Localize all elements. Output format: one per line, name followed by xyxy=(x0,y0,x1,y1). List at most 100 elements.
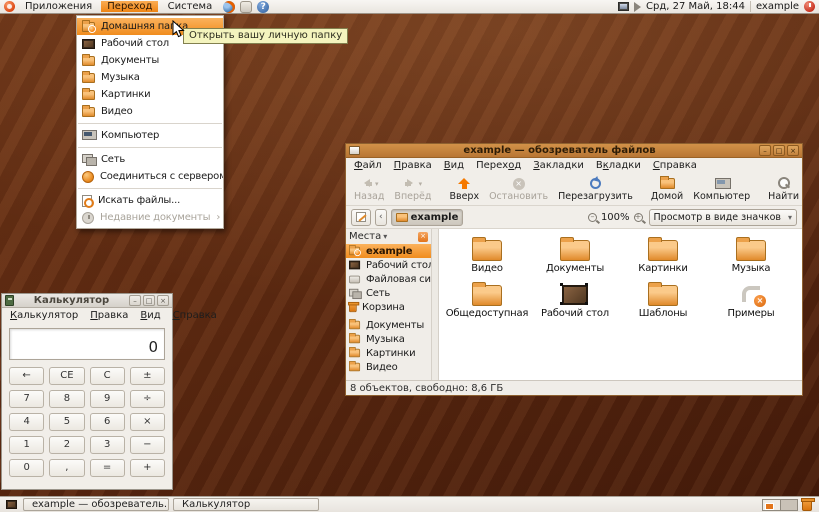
toolbar-button[interactable]: Домой xyxy=(647,174,687,204)
edit-location-button[interactable] xyxy=(351,209,371,226)
sidebar-item[interactable]: Рабочий стол xyxy=(346,258,431,272)
fm-menu-item[interactable]: Вид xyxy=(438,158,470,173)
fm-menu-item[interactable]: Справка xyxy=(647,158,703,173)
fm-titlebar[interactable]: example — обозреватель файлов – □ × xyxy=(346,144,802,158)
fm-file-pane[interactable]: Видео Документы Картинки Музыка xyxy=(439,229,802,380)
file-icon-item[interactable]: Примеры xyxy=(707,279,795,324)
file-icon-item[interactable]: Документы xyxy=(531,234,619,279)
calc-menu-item[interactable]: Справка xyxy=(167,308,223,323)
zoom-level[interactable]: 100% xyxy=(601,212,630,223)
toolbar-button[interactable]: Найти xyxy=(764,174,803,204)
toolbar-button[interactable]: Перезагрузить xyxy=(554,174,637,204)
sidebar-item[interactable]: Документы xyxy=(346,318,431,332)
calc-menu-item[interactable]: Калькулятор xyxy=(4,308,84,323)
places-menu-item[interactable]: Компьютер xyxy=(77,127,223,144)
calculator-button[interactable]: CE xyxy=(49,367,84,385)
calculator-button[interactable]: 6 xyxy=(90,413,125,431)
file-icon-item[interactable]: Рабочий стол xyxy=(531,279,619,324)
calculator-button[interactable]: ÷ xyxy=(130,390,165,408)
close-button[interactable]: × xyxy=(157,295,169,306)
sidebar-item[interactable]: Файловая сист... xyxy=(346,272,431,286)
sidebar-item[interactable]: Видео xyxy=(346,360,431,374)
calculator-button[interactable]: = xyxy=(90,459,125,477)
places-menu-item[interactable]: Сеть xyxy=(77,151,223,168)
places-menu-item[interactable]: Музыка xyxy=(77,69,223,86)
minimize-button[interactable]: – xyxy=(129,295,141,306)
fm-menu-item[interactable]: Вкладки xyxy=(590,158,647,173)
calculator-button[interactable]: − xyxy=(130,436,165,454)
help-launcher-icon[interactable]: ? xyxy=(257,1,269,13)
zoom-out-icon[interactable] xyxy=(588,213,597,222)
calculator-button[interactable]: × xyxy=(130,413,165,431)
file-icon-item[interactable]: Общедоступная xyxy=(443,279,531,324)
toolbar-button[interactable]: Вверх xyxy=(445,174,483,204)
user-menu[interactable]: example xyxy=(756,1,799,12)
panel-menu-item[interactable]: Переход xyxy=(101,1,158,12)
show-desktop-button[interactable] xyxy=(3,498,19,511)
places-menu-item[interactable]: Искать файлы... xyxy=(77,192,223,209)
firefox-launcher-icon[interactable] xyxy=(223,1,235,13)
sidebar-close-icon[interactable] xyxy=(418,232,428,242)
calculator-button[interactable]: ± xyxy=(130,367,165,385)
calculator-button[interactable]: , xyxy=(49,459,84,477)
workspace-1[interactable] xyxy=(763,500,780,510)
volume-tray-icon[interactable] xyxy=(634,2,641,12)
sidebar-header[interactable]: Места xyxy=(346,229,431,244)
calculator-button[interactable]: + xyxy=(130,459,165,477)
fm-menu-item[interactable]: Правка xyxy=(388,158,438,173)
sidebar-item[interactable]: example xyxy=(346,244,431,258)
calculator-button[interactable]: 1 xyxy=(9,436,44,454)
panel-menu-item[interactable]: Система xyxy=(162,1,219,12)
calculator-button[interactable]: 9 xyxy=(90,390,125,408)
dropdown-arrow-icon[interactable] xyxy=(419,180,423,188)
close-button[interactable]: × xyxy=(787,145,799,156)
install-launcher-icon[interactable] xyxy=(240,1,252,13)
calc-titlebar[interactable]: Калькулятор – □ × xyxy=(2,294,172,308)
panel-menu-item[interactable]: Приложения xyxy=(19,1,98,12)
places-menu-item[interactable]: Картинки xyxy=(77,86,223,103)
display-tray-icon[interactable] xyxy=(618,2,629,11)
places-menu-item[interactable]: Видео xyxy=(77,103,223,120)
file-icon-item[interactable]: Шаблоны xyxy=(619,279,707,324)
calculator-button[interactable]: ← xyxy=(9,367,44,385)
dropdown-arrow-icon[interactable] xyxy=(375,180,379,188)
trash-applet-icon[interactable] xyxy=(802,499,812,511)
calculator-button[interactable]: 7 xyxy=(9,390,44,408)
workspace-2[interactable] xyxy=(780,500,798,510)
file-icon-item[interactable]: Видео xyxy=(443,234,531,279)
minimize-button[interactable]: – xyxy=(759,145,771,156)
file-icon-item[interactable]: Картинки xyxy=(619,234,707,279)
calculator-button[interactable]: 0 xyxy=(9,459,44,477)
calc-menu-item[interactable]: Вид xyxy=(134,308,166,323)
power-icon[interactable] xyxy=(804,1,815,12)
clock-applet[interactable]: Срд, 27 Май, 18:44 xyxy=(646,1,745,12)
path-scroll-left-button[interactable]: ‹ xyxy=(375,209,387,226)
fm-menu-item[interactable]: Закладки xyxy=(527,158,590,173)
calculator-button[interactable]: 8 xyxy=(49,390,84,408)
calculator-button[interactable]: C xyxy=(90,367,125,385)
ubuntu-logo-icon[interactable] xyxy=(4,1,15,12)
maximize-button[interactable]: □ xyxy=(773,145,785,156)
fm-menu-item[interactable]: Переход xyxy=(470,158,527,173)
calc-menu-item[interactable]: Правка xyxy=(84,308,134,323)
sidebar-item[interactable]: Картинки xyxy=(346,346,431,360)
path-button[interactable]: example xyxy=(391,209,464,226)
taskbar-window-button[interactable]: example — обозреватель... xyxy=(23,498,169,511)
sidebar-scrollbar[interactable] xyxy=(432,229,439,380)
file-icon-item[interactable]: Музыка xyxy=(707,234,795,279)
calculator-button[interactable]: 4 xyxy=(9,413,44,431)
zoom-in-icon[interactable] xyxy=(634,213,643,222)
calculator-button[interactable]: 3 xyxy=(90,436,125,454)
toolbar-button[interactable]: Компьютер xyxy=(689,174,754,204)
fm-menu-item[interactable]: Файл xyxy=(348,158,388,173)
sidebar-item[interactable]: Корзина xyxy=(346,300,431,314)
view-mode-dropdown[interactable]: Просмотр в виде значков xyxy=(649,209,797,226)
places-menu-item[interactable]: Соединиться с сервером... xyxy=(77,168,223,185)
places-menu-item[interactable]: Документы xyxy=(77,52,223,69)
calculator-button[interactable]: 5 xyxy=(49,413,84,431)
maximize-button[interactable]: □ xyxy=(143,295,155,306)
calculator-button[interactable]: 2 xyxy=(49,436,84,454)
taskbar-window-button[interactable]: Калькулятор xyxy=(173,498,319,511)
sidebar-item[interactable]: Сеть xyxy=(346,286,431,300)
sidebar-item[interactable]: Музыка xyxy=(346,332,431,346)
